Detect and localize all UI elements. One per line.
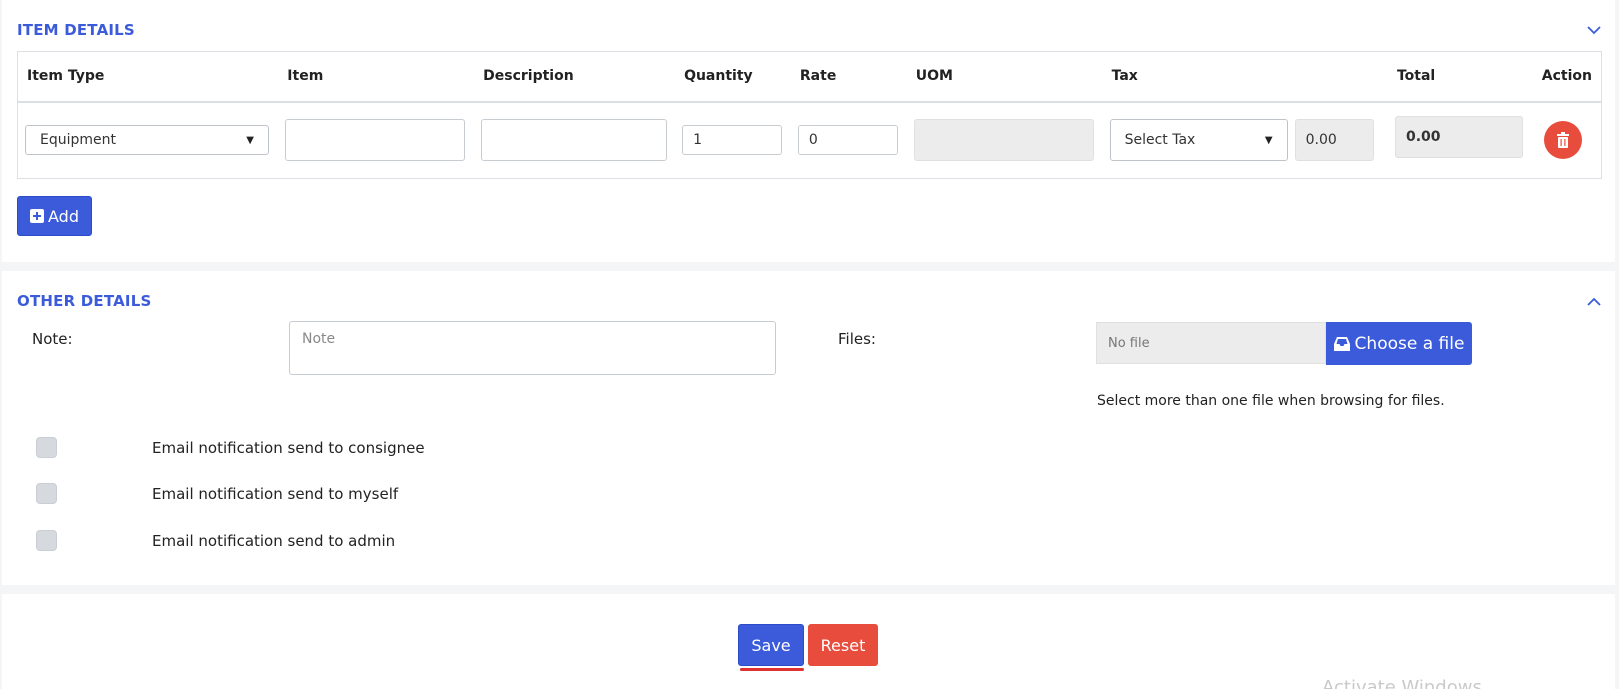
- col-total: Total: [1387, 51, 1533, 103]
- table-header-row: Item Type Item Description Quantity Rate…: [17, 51, 1602, 103]
- notify-myself-label: Email notification send to myself: [152, 484, 399, 503]
- note-textarea[interactable]: Note: [289, 321, 776, 375]
- uom-input: [913, 119, 1094, 162]
- notify-consignee-checkbox[interactable]: [36, 437, 57, 458]
- add-button-label: Add: [48, 206, 79, 226]
- table-row: Equipment ▼ 1 0 Select Tax ▼ 0.00 0.00: [18, 102, 1602, 179]
- item-input[interactable]: [285, 119, 466, 162]
- chevron-down-icon: ▼: [246, 134, 254, 146]
- trash-icon: [1556, 132, 1569, 149]
- choose-file-label: Choose a file: [1354, 333, 1465, 354]
- col-tax: Tax: [1102, 51, 1388, 103]
- description-input[interactable]: [481, 119, 668, 162]
- item-table: Item Type Item Description Quantity Rate…: [17, 51, 1602, 179]
- col-description: Description: [474, 51, 676, 103]
- total-value: 0.00: [1394, 116, 1523, 159]
- delete-row-button[interactable]: [1543, 121, 1582, 160]
- notify-myself-checkbox[interactable]: [36, 483, 57, 504]
- col-action: Action: [1532, 51, 1602, 103]
- notify-consignee-label: Email notification send to consignee: [152, 438, 425, 457]
- quantity-input[interactable]: 1: [682, 125, 783, 156]
- chevron-down-icon[interactable]: [1586, 22, 1602, 38]
- files-hint: Select more than one file when browsing …: [1097, 393, 1445, 409]
- save-focus-indicator: [740, 668, 804, 671]
- notify-admin-row: Email notification send to admin: [36, 530, 395, 551]
- tax-select-value: Select Tax: [1124, 132, 1196, 149]
- item-type-select[interactable]: Equipment ▼: [25, 125, 269, 156]
- activate-windows-watermark: Activate Windows: [1322, 677, 1482, 689]
- note-label: Note:: [32, 330, 73, 348]
- notify-admin-checkbox[interactable]: [36, 530, 57, 551]
- tax-amount: 0.00: [1294, 119, 1374, 162]
- col-quantity: Quantity: [675, 51, 791, 103]
- notify-myself-row: Email notification send to myself: [36, 483, 398, 504]
- item-details-title: ITEM DETAILS: [17, 21, 135, 39]
- other-details-title: OTHER DETAILS: [17, 292, 152, 310]
- tax-select[interactable]: Select Tax ▼: [1109, 119, 1288, 162]
- col-item: Item: [278, 51, 475, 103]
- files-label: Files:: [838, 330, 876, 348]
- col-item-type: Item Type: [17, 51, 279, 103]
- chevron-up-icon[interactable]: [1586, 294, 1602, 310]
- notify-consignee-row: Email notification send to consignee: [36, 437, 425, 458]
- item-details-card: ITEM DETAILS Item Type Item Description …: [2, 0, 1615, 262]
- reset-button[interactable]: Reset: [808, 624, 878, 666]
- add-item-button[interactable]: Add: [17, 196, 92, 236]
- item-type-value: Equipment: [40, 132, 116, 149]
- inbox-icon: [1333, 336, 1350, 351]
- col-uom: UOM: [906, 51, 1103, 103]
- choose-file-button[interactable]: Choose a file: [1326, 322, 1472, 365]
- chevron-down-icon: ▼: [1264, 134, 1273, 146]
- col-rate: Rate: [790, 51, 907, 103]
- plus-square-icon: [30, 209, 44, 223]
- rate-input[interactable]: 0: [797, 125, 898, 156]
- file-name-display: No file: [1096, 322, 1326, 364]
- save-button[interactable]: Save: [738, 624, 804, 666]
- notify-admin-label: Email notification send to admin: [152, 531, 396, 550]
